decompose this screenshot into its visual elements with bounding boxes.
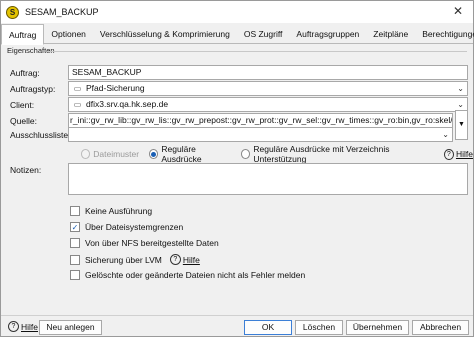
pattern-options: Dateimuster Reguläre Ausdrücke Reguläre …	[81, 144, 473, 164]
tab-bar: Auftrag Optionen Verschlüsselung & Kompr…	[1, 24, 474, 45]
checkbox-row[interactable]: Gelöschte oder geänderte Dateien nicht a…	[70, 270, 305, 280]
checkbox-label: Über Dateisystemgrenzen	[85, 222, 184, 232]
client-label: Client:	[10, 100, 35, 110]
radio-regex-dir[interactable]	[241, 149, 251, 159]
tab-berechtigungen[interactable]: Berechtigungen	[415, 24, 474, 44]
quelle-value: r_ini::gv_rw_lib::gv_rw_lis::gv_rw_prepo…	[70, 115, 453, 125]
cancel-button[interactable]: Abbrechen	[412, 320, 469, 335]
tab-os-zugriff[interactable]: OS Zugriff	[237, 24, 290, 44]
auftrag-input[interactable]: SESAM_BACKUP	[68, 65, 468, 80]
auftragstyp-select[interactable]: ▭ Pfad-Sicherung ⌄	[68, 81, 468, 96]
auftragstyp-value: Pfad-Sicherung	[86, 83, 145, 93]
title-bar[interactable]: S SESAM_BACKUP ✕	[1, 1, 473, 23]
ok-button[interactable]: OK	[244, 320, 292, 335]
footer-divider	[1, 315, 473, 316]
close-icon[interactable]: ✕	[453, 4, 463, 18]
footer-help[interactable]: ? Hilfe	[8, 321, 38, 332]
help-icon[interactable]: ?	[8, 321, 19, 332]
footer-help-link[interactable]: Hilfe	[21, 322, 38, 332]
new-button[interactable]: Neu anlegen	[39, 320, 102, 335]
section-divider	[47, 51, 467, 52]
tab-verschluesselung[interactable]: Verschlüsselung & Komprimierung	[93, 24, 237, 44]
radio-dateimuster-label: Dateimuster	[93, 149, 140, 159]
pattern-help-link[interactable]: Hilfe	[456, 149, 473, 159]
help-icon[interactable]: ?	[443, 148, 454, 160]
chevron-down-icon[interactable]: ⌄	[457, 82, 464, 95]
quelle-input[interactable]: r_ini::gv_rw_lib::gv_rw_lis::gv_rw_prepo…	[68, 113, 453, 128]
sesam-icon: S	[6, 5, 19, 19]
checkbox-row[interactable]: Keine Ausführung	[70, 206, 152, 216]
computer-icon: ▭	[73, 100, 82, 109]
client-value: dfix3.srv.qa.hk.sep.de	[86, 99, 169, 109]
auftrag-label: Auftrag:	[10, 68, 40, 78]
checkbox-row[interactable]: ✓ Über Dateisystemgrenzen	[70, 222, 183, 232]
ausschlussliste-input[interactable]: ⌄	[68, 127, 453, 142]
quelle-label: Quelle:	[10, 116, 37, 126]
source-dropdown-button[interactable]: ▼	[455, 110, 468, 140]
radio-regex-label: Reguläre Ausdrücke	[161, 144, 202, 164]
tab-zeitplaene[interactable]: Zeitpläne	[366, 24, 415, 44]
checkbox-label: Keine Ausführung	[85, 206, 153, 216]
help-icon[interactable]: ?	[169, 254, 181, 265]
checkbox-label: Sicherung über LVM	[85, 254, 162, 265]
checkbox-label: Gelöschte oder geänderte Dateien nicht a…	[85, 270, 306, 280]
radio-regex-dir-label: Reguläre Ausdrücke mit Verzeichnis Unter…	[253, 144, 390, 164]
tab-optionen[interactable]: Optionen	[44, 24, 93, 44]
notizen-textarea[interactable]	[68, 163, 468, 195]
window-title: SESAM_BACKUP	[25, 7, 99, 17]
lvm-help-link[interactable]: Hilfe	[183, 255, 200, 265]
chevron-down-icon[interactable]: ⌄	[442, 128, 449, 141]
client-select[interactable]: ▭ dfix3.srv.qa.hk.sep.de ⌄	[68, 97, 468, 112]
folder-icon: ▭	[73, 84, 82, 93]
checkbox-row[interactable]: Von über NFS bereitgestellte Daten	[70, 238, 219, 248]
checkbox-lvm[interactable]	[70, 254, 80, 265]
checkbox-dateisystemgrenzen[interactable]: ✓	[70, 222, 80, 232]
radio-dateimuster[interactable]	[81, 149, 91, 159]
ausschlussliste-label: Ausschlussliste:	[10, 130, 71, 140]
checkbox-row[interactable]: Sicherung über LVM ? Hilfe	[70, 254, 200, 265]
tab-auftrag[interactable]: Auftrag	[1, 24, 45, 45]
checkbox-nfs[interactable]	[70, 238, 80, 248]
checkbox-keine-ausfuehrung[interactable]	[70, 206, 80, 216]
apply-button[interactable]: Übernehmen	[346, 320, 409, 335]
checkbox-label: Von über NFS bereitgestellte Daten	[85, 238, 219, 248]
dialog-window: S SESAM_BACKUP ✕ Auftrag Optionen Versch…	[0, 0, 474, 337]
notizen-label: Notizen:	[10, 165, 42, 175]
checkbox-geloeschte-dateien[interactable]	[70, 270, 80, 280]
tab-auftragsgruppen[interactable]: Auftragsgruppen	[289, 24, 366, 44]
auftrag-value: SESAM_BACKUP	[72, 67, 142, 77]
auftragstyp-label: Auftragstyp:	[10, 84, 56, 94]
radio-regex[interactable]	[149, 149, 159, 159]
delete-button[interactable]: Löschen	[295, 320, 343, 335]
